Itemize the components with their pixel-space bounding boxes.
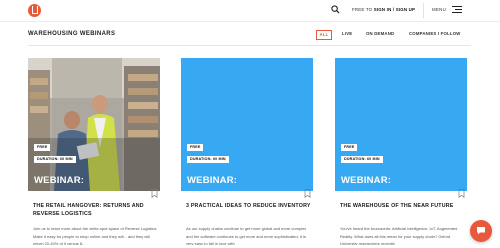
webinar-title[interactable]: 3 PRACTICAL IDEAS TO REDUCE INVENTORY — [186, 202, 314, 210]
section-divider — [28, 45, 471, 46]
filter-tab-live[interactable]: LIVE — [342, 31, 352, 36]
warehouse-workers-photo — [28, 58, 160, 191]
webinar-card[interactable]: FREE DURATION: 60 MIN WEBINAR: 3 PRACTIC… — [181, 58, 317, 248]
filter-tab-all[interactable]: ALL — [316, 29, 332, 40]
section-title: WAREHOUSING WEBINARS — [28, 31, 116, 37]
free-badge: FREE — [341, 144, 358, 151]
sign-in-prefix: FREE TO — [352, 6, 373, 12]
hamburger-menu-icon[interactable] — [452, 6, 462, 14]
webinar-card[interactable]: FREE DURATION: 60 MIN WEBINAR: THE RETAI… — [28, 58, 164, 248]
bookmark-icon[interactable] — [304, 189, 311, 198]
filter-tab-companies-i-follow[interactable]: COMPANIES I FOLLOW — [409, 31, 461, 36]
duration-badge: DURATION: 60 MIN — [187, 156, 229, 163]
sign-in-text: SIGN IN / SIGN UP — [373, 6, 416, 12]
free-badge: FREE — [34, 144, 51, 151]
webinar-label: WEBINAR: — [34, 175, 85, 186]
top-navigation-bar: FREE TO SIGN IN / SIGN UP MENU — [0, 0, 500, 22]
brand-logo-icon[interactable] — [28, 4, 41, 17]
duration-badge: DURATION: 60 MIN — [341, 156, 383, 163]
webinar-card-image[interactable]: FREE DURATION: 60 MIN WEBINAR: — [28, 58, 160, 191]
webinar-card-image[interactable]: FREE DURATION: 60 MIN WEBINAR: — [181, 58, 313, 191]
webinar-description: You've heard the buzzwords: Artificial I… — [340, 226, 458, 245]
webinar-title[interactable]: THE WAREHOUSE OF THE NEAR FUTURE — [340, 202, 468, 210]
webinar-label: WEBINAR: — [341, 175, 392, 186]
bookmark-icon[interactable] — [151, 189, 158, 198]
webinar-card[interactable]: FREE DURATION: 60 MIN WEBINAR: THE WAREH… — [335, 58, 471, 248]
sign-in-link[interactable]: FREE TO SIGN IN / SIGN UP — [352, 7, 415, 12]
webinar-title[interactable]: THE RETAIL HANGOVER: RETURNS AND REVERSE… — [33, 202, 161, 218]
webinar-description: As our supply chains continue to get mor… — [186, 226, 307, 245]
duration-badge: DURATION: 60 MIN — [34, 156, 76, 163]
bookmark-icon[interactable] — [458, 189, 465, 198]
search-icon[interactable] — [331, 5, 340, 14]
chat-bubble-icon — [477, 227, 485, 235]
chat-button[interactable] — [470, 220, 492, 242]
webinar-label: WEBINAR: — [187, 175, 238, 186]
header-divider — [423, 3, 424, 18]
free-badge: FREE — [187, 144, 204, 151]
webinar-description: Join us to learn more about the white-sp… — [33, 226, 158, 245]
menu-label[interactable]: MENU — [432, 7, 446, 12]
filter-tab-on-demand[interactable]: ON DEMAND — [366, 31, 394, 36]
webinar-card-image[interactable]: FREE DURATION: 60 MIN WEBINAR: — [335, 58, 467, 191]
